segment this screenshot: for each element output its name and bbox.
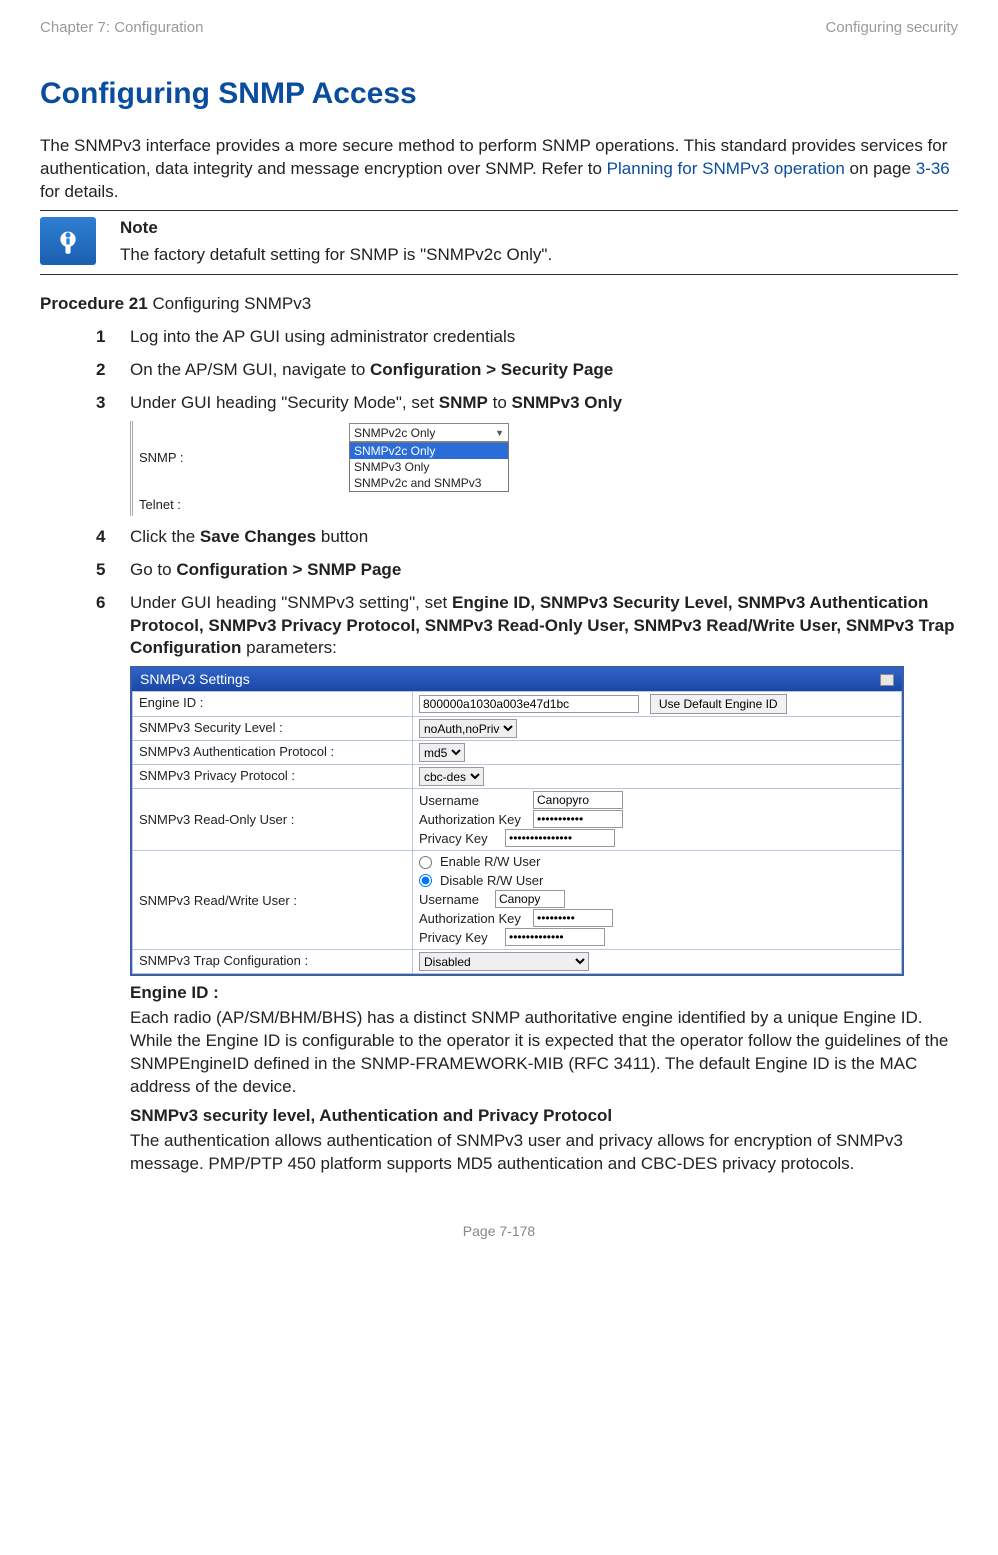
rw-authkey-input[interactable] [533,909,613,927]
rw-authkey-label: Authorization Key [419,910,529,928]
step-4: 4 Click the Save Changes button [96,526,958,549]
sec-level-label: SNMPv3 Security Level : [133,717,413,741]
step-number: 5 [96,559,120,582]
header-left: Chapter 7: Configuration [40,18,203,38]
row-rw-user: SNMPv3 Read/Write User : Enable R/W User… [133,851,902,950]
rw-user-label: SNMPv3 Read/Write User : [133,851,413,950]
snmp-option-2[interactable]: SNMPv3 Only [350,459,508,475]
step-4-text-c: button [316,527,368,546]
step-2-text-a: On the AP/SM GUI, navigate to [130,360,370,379]
snmp-option-3[interactable]: SNMPv2c and SNMPv3 [350,475,508,491]
engine-id-input[interactable] [419,695,639,713]
step-6: 6 Under GUI heading "SNMPv3 setting", se… [96,592,958,1176]
step-3-bold-1: SNMP [439,393,488,412]
procedure-label: Procedure 21 [40,294,148,313]
rw-disable-label: Disable R/W User [440,872,543,890]
step-3-bold-2: SNMPv3 Only [512,393,623,412]
chevron-down-icon: ▼ [495,427,504,439]
auth-proto-select[interactable]: md5 [419,743,465,762]
engine-id-label: Engine ID : [133,692,413,717]
ro-authkey-input[interactable] [533,810,623,828]
priv-proto-label: SNMPv3 Privacy Protocol : [133,765,413,789]
intro-link-planning[interactable]: Planning for SNMPv3 operation [607,159,845,178]
engine-id-text: Each radio (AP/SM/BHM/BHS) has a distinc… [130,1007,958,1099]
ro-user-label: SNMPv3 Read-Only User : [133,789,413,851]
use-default-engine-id-button[interactable]: Use Default Engine ID [650,694,787,714]
minimize-icon[interactable] [880,674,894,686]
step-3: 3 Under GUI heading "Security Mode", set… [96,392,958,515]
row-security-level: SNMPv3 Security Level : noAuth,noPriv [133,717,902,741]
ro-privkey-input[interactable] [505,829,615,847]
step-4-text-a: Click the [130,527,200,546]
note-icon [40,217,96,265]
sec-level-select[interactable]: noAuth,noPriv [419,719,517,738]
row-engine-id: Engine ID : Use Default Engine ID [133,692,902,717]
step-4-bold: Save Changes [200,527,316,546]
page-header: Chapter 7: Configuration Configuring sec… [40,18,958,38]
trap-config-label: SNMPv3 Trap Configuration : [133,950,413,974]
header-right: Configuring security [825,18,958,38]
procedure-title: Configuring SNMPv3 [148,294,311,313]
step-6-text-a: Under GUI heading "SNMPv3 setting", set [130,593,452,612]
step-number: 2 [96,359,120,382]
row-priv-proto: SNMPv3 Privacy Protocol : cbc-des [133,765,902,789]
ro-authkey-label: Authorization Key [419,811,529,829]
snmp-select-value: SNMPv2c Only [354,425,435,441]
trap-config-select[interactable]: Disabled [419,952,589,971]
intro-paragraph: The SNMPv3 interface provides a more sec… [40,135,958,204]
screenshot-security-mode: SNMP : SNMPv2c Only ▼ SNMPv2c Only SNMPv… [130,421,790,516]
page-title: Configuring SNMP Access [40,74,958,115]
sec-level-text: The authentication allows authentication… [130,1130,958,1176]
telnet-field-label: Telnet : [133,494,343,516]
engine-id-heading: Engine ID : [130,982,958,1005]
rw-username-input[interactable] [495,890,565,908]
rw-disable-radio[interactable] [419,874,432,887]
step-6-text-c: parameters: [241,638,336,657]
step-2-bold: Configuration > Security Page [370,360,613,379]
step-1: 1 Log into the AP GUI using administrato… [96,326,958,349]
priv-proto-select[interactable]: cbc-des [419,767,484,786]
page-footer: Page 7-178 [40,1222,958,1241]
step-5-text-a: Go to [130,560,176,579]
snmp-select[interactable]: SNMPv2c Only ▼ [349,423,509,442]
procedure-heading: Procedure 21 Configuring SNMPv3 [40,293,958,316]
panel-title: SNMPv3 Settings [140,670,250,689]
step-1-text: Log into the AP GUI using administrator … [130,327,515,346]
panel-title-bar: SNMPv3 Settings [132,668,902,691]
rw-username-label: Username [419,891,491,909]
step-3-text-c: to [488,393,512,412]
note-title: Note [120,217,552,240]
snmp-field-label: SNMP : [133,421,343,494]
snmp-option-1[interactable]: SNMPv2c Only [350,443,508,459]
ro-username-label: Username [419,792,529,810]
intro-link-page[interactable]: 3-36 [916,159,950,178]
row-auth-proto: SNMPv3 Authentication Protocol : md5 [133,741,902,765]
step-number: 4 [96,526,120,549]
row-trap-config: SNMPv3 Trap Configuration : Disabled [133,950,902,974]
rw-enable-radio[interactable] [419,856,432,869]
snmp-select-dropdown: SNMPv2c Only SNMPv3 Only SNMPv2c and SNM… [349,442,509,492]
intro-text-mid: on page [845,159,916,178]
sec-level-heading: SNMPv3 security level, Authentication an… [130,1105,958,1128]
step-number: 3 [96,392,120,415]
step-number: 6 [96,592,120,615]
note-body-text: The factory detafult setting for SNMP is… [120,244,552,267]
step-number: 1 [96,326,120,349]
row-ro-user: SNMPv3 Read-Only User : Username Authori… [133,789,902,851]
note-box: Note The factory detafult setting for SN… [40,210,958,276]
step-3-text-a: Under GUI heading "Security Mode", set [130,393,439,412]
rw-enable-label: Enable R/W User [440,853,540,871]
step-2: 2 On the AP/SM GUI, navigate to Configur… [96,359,958,382]
snmpv3-settings-panel: SNMPv3 Settings Engine ID : Use Default … [130,666,904,976]
rw-privkey-input[interactable] [505,928,605,946]
intro-text-post: for details. [40,182,118,201]
auth-proto-label: SNMPv3 Authentication Protocol : [133,741,413,765]
step-5-bold: Configuration > SNMP Page [176,560,401,579]
divider [40,274,958,275]
ro-username-input[interactable] [533,791,623,809]
step-5: 5 Go to Configuration > SNMP Page [96,559,958,582]
